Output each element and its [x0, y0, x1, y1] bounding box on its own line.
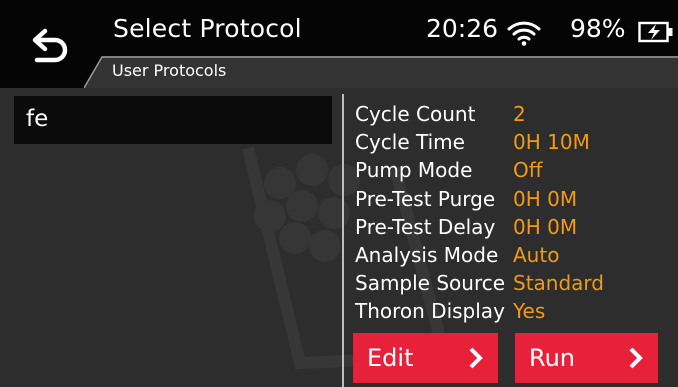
setting-label: Cycle Time [355, 130, 465, 155]
setting-value: 0H 10M [513, 130, 590, 155]
setting-value: 0H 0M [513, 214, 578, 239]
main-content: fe Cycle Count 2 Cycle Time 0H 10M Pump … [0, 88, 678, 387]
setting-value: 2 [513, 102, 526, 127]
setting-pump-mode: Pump Mode Off [355, 156, 675, 184]
setting-pre-test-purge: Pre-Test Purge 0H 0M [355, 185, 675, 213]
setting-pre-test-delay: Pre-Test Delay 0H 0M [355, 213, 675, 241]
setting-label: Pre-Test Purge [355, 186, 496, 211]
setting-analysis-mode: Analysis Mode Auto [355, 241, 675, 269]
setting-label: Pre-Test Delay [355, 214, 496, 239]
battery-percentage: 98% [570, 14, 626, 43]
chevron-right-icon [469, 347, 483, 369]
panel-divider [342, 94, 344, 387]
protocol-settings: Cycle Count 2 Cycle Time 0H 10M Pump Mod… [355, 100, 675, 326]
setting-value: Off [513, 158, 543, 183]
setting-value: 0H 0M [513, 186, 578, 211]
setting-label: Analysis Mode [355, 243, 499, 268]
back-arrow-icon [32, 28, 68, 63]
back-button[interactable] [0, 6, 100, 88]
setting-label: Pump Mode [355, 158, 473, 183]
setting-sample-source: Sample Source Standard [355, 269, 675, 297]
setting-value: Standard [513, 271, 604, 296]
setting-cycle-count: Cycle Count 2 [355, 100, 675, 128]
setting-label: Thoron Display [355, 299, 505, 324]
edit-button-label: Edit [367, 344, 414, 372]
setting-label: Sample Source [355, 271, 506, 296]
wifi-icon [507, 21, 541, 46]
page-title: Select Protocol [113, 14, 302, 43]
setting-label: Cycle Count [355, 102, 476, 127]
setting-value: Auto [513, 243, 560, 268]
protocol-name: fe [26, 106, 49, 132]
run-button-label: Run [529, 344, 576, 372]
breadcrumb: User Protocols [112, 61, 227, 80]
chevron-right-icon [629, 347, 643, 369]
header-bar: Select Protocol 20:26 98% User Protocols [0, 0, 678, 88]
setting-cycle-time: Cycle Time 0H 10M [355, 128, 675, 156]
setting-value: Yes [513, 299, 546, 324]
battery-charging-icon [638, 21, 673, 43]
setting-thoron-display: Thoron Display Yes [355, 297, 675, 325]
run-button[interactable]: Run [515, 333, 658, 383]
status-time: 20:26 [426, 14, 499, 43]
edit-button[interactable]: Edit [353, 333, 498, 383]
device-screen: Select Protocol 20:26 98% User Protocols [0, 0, 678, 387]
protocol-list-item[interactable]: fe [14, 96, 332, 144]
